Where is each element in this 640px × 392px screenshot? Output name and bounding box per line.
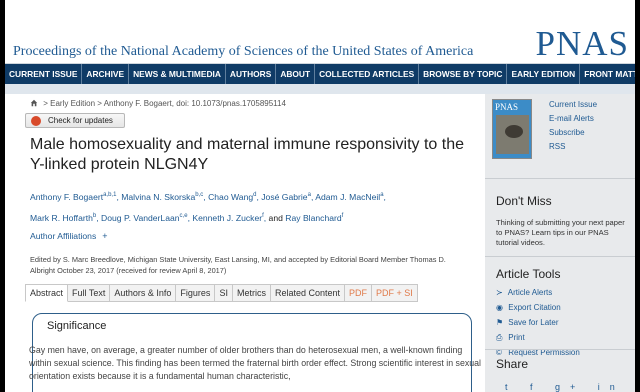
crossmark-icon: [31, 116, 41, 126]
tool-export-citation[interactable]: ◉ Export Citation: [496, 300, 580, 315]
nav-current-issue[interactable]: CURRENT ISSUE: [5, 64, 83, 84]
and-word: and: [268, 212, 283, 223]
check-for-updates-label: Check for updates: [48, 116, 113, 125]
link-email-alerts[interactable]: E-mail Alerts: [549, 112, 597, 126]
bird-image: [505, 125, 523, 138]
author-link[interactable]: José Gabrie: [261, 192, 307, 202]
edited-by-note: Edited by S. Marc Breedlove, Michigan St…: [30, 255, 446, 275]
author-list: Anthony F. Bogaerta,b,1, Malvina N. Skor…: [30, 191, 386, 223]
significance-heading: Significance: [47, 320, 107, 332]
home-icon[interactable]: [30, 99, 38, 107]
tab-pdf[interactable]: PDF: [345, 284, 372, 302]
rss-icon: ≻: [496, 288, 503, 297]
cover-image: [496, 115, 529, 154]
cover-label: PNAS: [495, 102, 519, 112]
significance-box: Significance Gay men have, on average, a…: [29, 313, 481, 392]
link-current-issue[interactable]: Current Issue: [549, 98, 597, 112]
tab-related-content[interactable]: Related Content: [270, 284, 345, 302]
nav-news-multimedia[interactable]: NEWS & MULTIMEDIA: [129, 64, 226, 84]
tool-article-alerts[interactable]: ≻ Article Alerts: [496, 285, 580, 300]
author-link[interactable]: Adam J. MacNeil: [315, 192, 380, 202]
author-link[interactable]: Chao Wang: [208, 192, 253, 202]
author-affiliations-link[interactable]: Author Affiliations +: [30, 231, 108, 241]
divider: [485, 178, 635, 179]
article-title: Male homosexuality and maternal immune r…: [30, 136, 464, 173]
breadcrumb-text[interactable]: > Early Edition > Anthony F. Bogaert, do…: [43, 99, 286, 108]
link-subscribe[interactable]: Subscribe: [549, 126, 597, 140]
nav-archive[interactable]: ARCHIVE: [82, 64, 130, 84]
tab-full-text[interactable]: Full Text: [68, 284, 111, 302]
globe-icon: ◉: [496, 303, 503, 312]
nav-browse-by-topic[interactable]: BROWSE BY TOPIC: [419, 64, 508, 84]
journal-cover[interactable]: PNAS: [492, 99, 532, 159]
author-link[interactable]: Kenneth J. Zucker: [192, 213, 262, 223]
check-for-updates-button[interactable]: Check for updates: [25, 113, 125, 128]
sidebar: PNAS Current Issue E-mail Alerts Subscri…: [485, 94, 635, 392]
main-nav: CURRENT ISSUE ARCHIVE NEWS & MULTIMEDIA …: [5, 64, 635, 84]
tab-abstract[interactable]: Abstract: [25, 284, 69, 302]
author-link[interactable]: Mark R. Hoffarth: [30, 213, 93, 223]
tab-pdf-si[interactable]: PDF + SI: [372, 284, 418, 302]
article-tabs: Abstract Full Text Authors & Info Figure…: [25, 284, 418, 302]
nav-front-matter[interactable]: FRONT MATTER: [580, 64, 635, 84]
print-icon: ⎙: [496, 333, 503, 342]
site-header: Proceedings of the National Academy of S…: [5, 0, 635, 64]
dont-miss-text[interactable]: Thinking of submitting your next paper t…: [496, 218, 631, 248]
bookmark-icon: ⚑: [496, 318, 504, 327]
tab-figures[interactable]: Figures: [176, 284, 216, 302]
article-tools-heading: Article Tools: [496, 267, 561, 281]
pnas-logo[interactable]: PNAS: [536, 24, 629, 64]
dont-miss-heading: Don't Miss: [496, 194, 552, 208]
tool-save-for-later[interactable]: ⚑ Save for Later: [496, 315, 580, 330]
journal-name[interactable]: Proceedings of the National Academy of S…: [13, 44, 473, 60]
tool-print[interactable]: ⎙ Print: [496, 330, 580, 345]
nav-about[interactable]: ABOUT: [276, 64, 316, 84]
tab-authors-info[interactable]: Authors & Info: [110, 284, 177, 302]
breadcrumb: > Early Edition > Anthony F. Bogaert, do…: [30, 99, 286, 108]
author-affiliations-label: Author Affiliations: [30, 231, 97, 241]
share-heading: Share: [496, 357, 529, 371]
divider: [485, 256, 635, 257]
divider: [485, 349, 635, 350]
nav-authors[interactable]: AUTHORS: [226, 64, 277, 84]
author-link[interactable]: Anthony F. Bogaert: [30, 192, 103, 202]
tab-metrics[interactable]: Metrics: [232, 284, 271, 302]
share-icons[interactable]: t f g+ in: [505, 382, 625, 392]
author-link[interactable]: Ray Blanchard: [285, 213, 341, 223]
author-link[interactable]: Doug P. VanderLaan: [101, 213, 180, 223]
author-link[interactable]: Malvina N. Skorska: [121, 192, 195, 202]
browser-page: Proceedings of the National Academy of S…: [5, 0, 635, 392]
expand-plus-icon: +: [102, 231, 108, 241]
nav-early-edition[interactable]: EARLY EDITION: [507, 64, 581, 84]
nav-collected-articles[interactable]: COLLECTED ARTICLES: [315, 64, 420, 84]
issue-links: Current Issue E-mail Alerts Subscribe RS…: [549, 98, 597, 154]
divider: [5, 84, 635, 94]
article-main: > Early Edition > Anthony F. Bogaert, do…: [25, 94, 481, 392]
significance-text: Gay men have, on average, a greater numb…: [29, 345, 481, 381]
link-rss[interactable]: RSS: [549, 140, 597, 154]
tab-si[interactable]: SI: [215, 284, 233, 302]
